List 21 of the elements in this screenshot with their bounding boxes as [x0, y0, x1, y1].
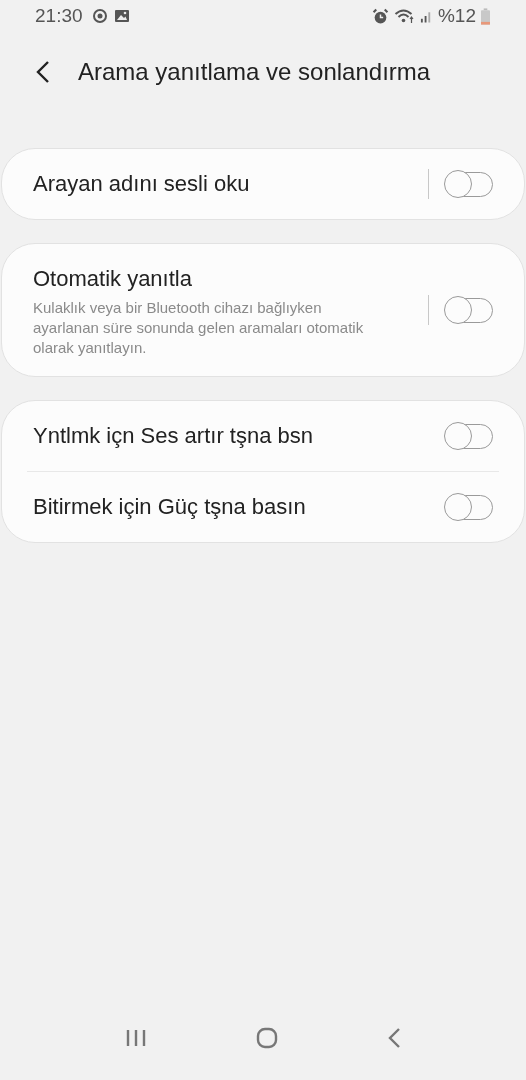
setting-title[interactable]: Arayan adını sesli oku — [33, 171, 418, 197]
toggle-switch[interactable] — [445, 494, 493, 520]
battery-percentage: %12 — [437, 5, 476, 27]
wifi-icon — [393, 8, 415, 24]
setting-title[interactable]: Yntlmk içn Ses artır tşna bsn — [33, 423, 418, 449]
back-button[interactable] — [36, 60, 50, 84]
alarm-clock-icon — [371, 7, 389, 25]
setting-description: Kulaklık veya bir Bluetooth cihazı bağlıyken ayarlanan süre sonunda gelen aramaları otomatik olarak yanıtlayın. — [33, 298, 365, 358]
page-title: Arama yanıtlama ve sonlandırma — [78, 58, 431, 86]
clock-time: 21:30 — [35, 5, 83, 27]
back-navigation-button[interactable] — [387, 1027, 402, 1049]
sync-icon — [91, 8, 108, 24]
setting-title[interactable]: Otomatik yanıtla — [33, 266, 418, 292]
toggle-switch[interactable] — [445, 171, 493, 197]
recent-apps-button[interactable] — [124, 1028, 147, 1048]
toggle-switch[interactable] — [445, 423, 493, 449]
home-button[interactable] — [256, 1027, 278, 1049]
toggle-switch[interactable] — [445, 297, 493, 323]
setting-title[interactable]: Bitirmek için Güç tşna basın — [33, 494, 418, 520]
battery-icon — [481, 7, 490, 25]
image-icon — [113, 8, 130, 24]
